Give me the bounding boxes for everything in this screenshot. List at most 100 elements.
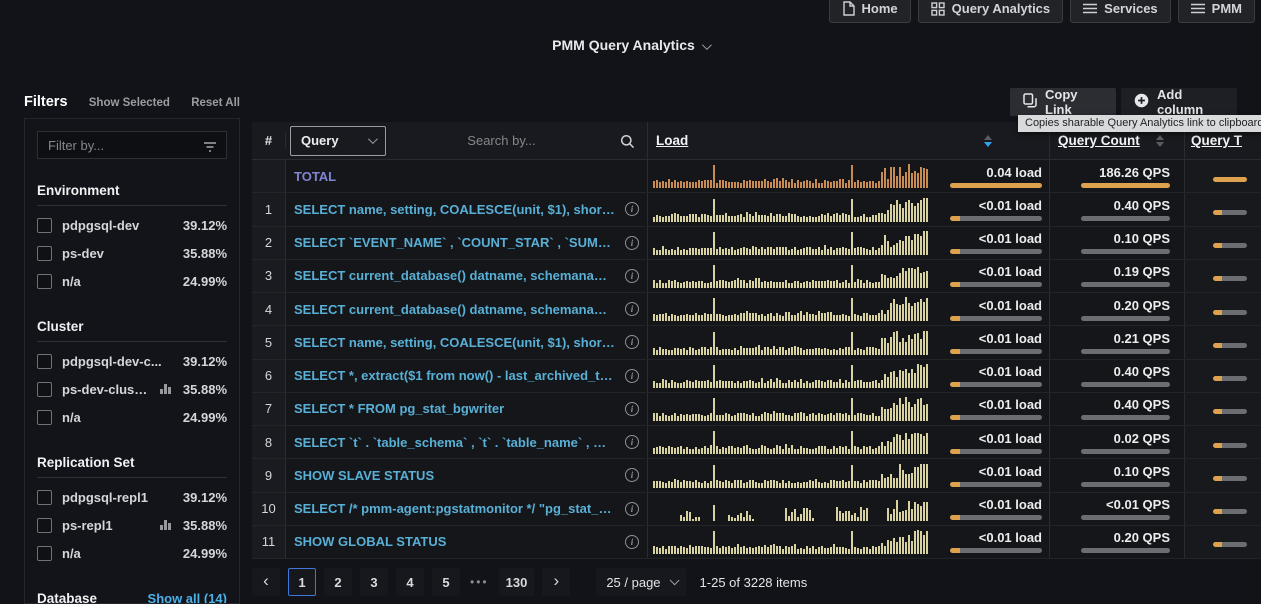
table-row[interactable]: 2 SELECT `EVENT_NAME` , `COUNT_STAR` , `… [252, 227, 1261, 260]
search-input[interactable] [386, 122, 647, 159]
checkbox[interactable] [37, 490, 52, 505]
load-column-header[interactable]: Load [656, 133, 688, 148]
table-row[interactable]: TOTAL i 0.04 load 186.26 QPS [252, 160, 1261, 193]
nav-pmm-button[interactable]: PMM [1178, 0, 1255, 23]
table-row[interactable]: 3 SELECT current_database() datname, sch… [252, 260, 1261, 293]
row-rank: 9 [252, 459, 286, 491]
query-link[interactable]: SHOW SLAVE STATUS [294, 468, 615, 483]
query-link[interactable]: SELECT name, setting, COALESCE(unit, $1)… [294, 202, 615, 217]
filter-section-title: Replication Set [37, 455, 135, 470]
page-button[interactable]: 4 [396, 568, 424, 596]
table-row[interactable]: 1 SELECT name, setting, COALESCE(unit, $… [252, 193, 1261, 226]
query-link[interactable]: SELECT `EVENT_NAME` , `COUNT_STAR` , `SU… [294, 235, 615, 250]
query-link[interactable]: SELECT *, extract($1 from now() - last_a… [294, 368, 615, 383]
filter-item[interactable]: ps-dev-cluster 35.88% [37, 375, 227, 403]
checkbox[interactable] [37, 354, 52, 369]
filter-item[interactable]: pdpgsql-dev-c... 39.12% [37, 347, 227, 375]
filter-item[interactable]: n/a 24.99% [37, 539, 227, 567]
page-button[interactable]: 3 [360, 568, 388, 596]
query-link[interactable]: SELECT current_database() datname, schem… [294, 302, 615, 317]
query-link[interactable]: SELECT /* pmm-agent:pgstatmonitor */ "pg… [294, 501, 615, 516]
checkbox[interactable] [37, 218, 52, 233]
table-row[interactable]: 11 SHOW GLOBAL STATUS i <0.01 load 0.20 … [252, 526, 1261, 559]
query-count-sort-icon[interactable] [1156, 135, 1164, 147]
info-icon[interactable]: i [625, 535, 639, 549]
copy-link-tooltip: Copies sharable Query Analytics link to … [1018, 115, 1261, 132]
info-icon[interactable]: i [625, 269, 639, 283]
checkbox[interactable] [37, 382, 52, 397]
query-time-bar [1213, 542, 1247, 547]
table-row[interactable]: 10 SELECT /* pmm-agent:pgstatmonitor */ … [252, 493, 1261, 526]
nav-query-analytics-button[interactable]: Query Analytics [918, 0, 1064, 23]
last-page-button[interactable]: 130 [499, 568, 535, 596]
checkbox[interactable] [37, 274, 52, 289]
filter-item[interactable]: n/a 24.99% [37, 403, 227, 431]
load-value: <0.01 load [979, 264, 1042, 279]
pagination: ‹ 12345 ••• 130 › 25 / page 1-25 of 3228… [252, 568, 807, 596]
query-count-column-header[interactable]: Query Count [1058, 133, 1140, 148]
query-time-bar [1213, 276, 1247, 281]
checkbox[interactable] [37, 518, 52, 533]
filter-item[interactable]: n/a 24.99% [37, 267, 227, 295]
page-button[interactable]: 2 [324, 568, 352, 596]
filter-item[interactable]: pdpgsql-repl1 39.12% [37, 483, 227, 511]
table-row[interactable]: 5 SELECT name, setting, COALESCE(unit, $… [252, 326, 1261, 359]
table-row[interactable]: 7 SELECT * FROM pg_stat_bgwriter i <0.01… [252, 393, 1261, 426]
load-value: 0.04 load [986, 165, 1042, 180]
query-link[interactable]: SHOW GLOBAL STATUS [294, 534, 615, 549]
table-row[interactable]: 8 SELECT `t` . `table_schema` , `t` . `t… [252, 426, 1261, 459]
checkbox[interactable] [37, 246, 52, 261]
info-icon[interactable]: i [625, 435, 639, 449]
query-count-value: 0.19 QPS [1114, 264, 1170, 279]
filter-item-label: pdpgsql-repl1 [62, 490, 173, 505]
checkbox[interactable] [37, 546, 52, 561]
next-page-button[interactable]: › [542, 568, 570, 596]
show-selected-link[interactable]: Show Selected [89, 97, 170, 109]
row-rank: 8 [252, 426, 286, 458]
checkbox[interactable] [37, 410, 52, 425]
reset-all-link[interactable]: Reset All [191, 97, 240, 109]
page-size-select[interactable]: 25 / page [596, 568, 685, 596]
load-sort-icon[interactable] [984, 135, 992, 147]
table-row[interactable]: 9 SHOW SLAVE STATUS i <0.01 load 0.10 QP… [252, 459, 1261, 492]
info-icon[interactable]: i [625, 202, 639, 216]
pmm-query-analytics-app: Home Query Analytics Services PMM PMM Qu… [0, 0, 1261, 604]
info-icon[interactable]: i [625, 468, 639, 482]
info-icon[interactable]: i [625, 402, 639, 416]
query-link[interactable]: SELECT * FROM pg_stat_bgwriter [294, 401, 615, 416]
filter-item[interactable]: ps-dev 35.88% [37, 239, 227, 267]
query-time-column-header[interactable]: Query T [1191, 133, 1242, 148]
prev-page-button[interactable]: ‹ [252, 568, 280, 596]
filter-item[interactable]: ps-repl1 35.88% [37, 511, 227, 539]
query-dimension-dropdown[interactable]: Query [290, 126, 386, 156]
show-all-link[interactable]: Show all (14) [148, 591, 227, 604]
copy-link-button[interactable]: Copy Link [1010, 88, 1116, 116]
query-link[interactable]: TOTAL [294, 169, 336, 184]
query-link[interactable]: SELECT name, setting, COALESCE(unit, $1)… [294, 335, 615, 350]
table-row[interactable]: 6 SELECT *, extract($1 from now() - last… [252, 360, 1261, 393]
filter-item-percent: 35.88% [183, 246, 227, 261]
query-link[interactable]: SELECT `t` . `table_schema` , `t` . `tab… [294, 435, 615, 450]
info-icon[interactable]: i [625, 302, 639, 316]
filter-item[interactable]: pdpgsql-dev 39.12% [37, 211, 227, 239]
load-bar [950, 216, 1042, 221]
pagination-ellipsis[interactable]: ••• [468, 575, 491, 589]
page-button[interactable]: 1 [288, 568, 316, 596]
nav-services-button[interactable]: Services [1070, 0, 1171, 23]
table-row[interactable]: 4 SELECT current_database() datname, sch… [252, 293, 1261, 326]
page-title[interactable]: PMM Query Analytics [0, 37, 1261, 55]
query-link[interactable]: SELECT current_database() datname, schem… [294, 268, 615, 283]
nav-home-button[interactable]: Home [829, 0, 911, 23]
info-icon[interactable]: i [625, 236, 639, 250]
info-icon[interactable]: i [625, 502, 639, 516]
load-value: <0.01 load [979, 298, 1042, 313]
query-count-bar [1081, 249, 1170, 254]
info-icon[interactable]: i [625, 369, 639, 383]
add-column-button[interactable]: Add column [1121, 88, 1237, 116]
info-icon[interactable]: i [625, 335, 639, 349]
query-count-bar [1081, 415, 1170, 420]
page-button[interactable]: 5 [432, 568, 460, 596]
filter-section-title: Environment [37, 183, 120, 198]
load-value: <0.01 load [979, 364, 1042, 379]
query-time-bar [1213, 343, 1247, 348]
